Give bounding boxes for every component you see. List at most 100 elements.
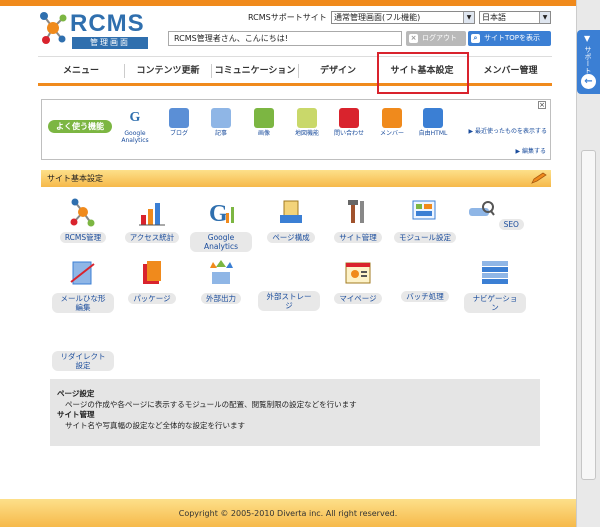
nav-menu[interactable]: メニュー (38, 57, 124, 85)
support-tab-button[interactable]: ▼ サポート ← (577, 30, 600, 94)
section-item-label: RCMS管理 (59, 232, 107, 243)
logo-molecule-icon (40, 12, 67, 44)
section-item-label: マイページ (334, 293, 382, 304)
pencil-icon (531, 172, 547, 184)
batch-icon (410, 258, 440, 288)
show-recent-link[interactable]: ▶ 最近使ったものを表示する (467, 128, 547, 136)
section-item-package[interactable]: パッケージ (121, 258, 183, 304)
language-select-value: 日本語 (482, 13, 506, 22)
section-item-label: Google Analytics (190, 232, 252, 252)
section-item-navigation[interactable]: ナビゲーション (464, 258, 526, 313)
scrollbar-thumb[interactable] (581, 150, 596, 480)
section-item-external-storage[interactable]: 外部ストレージ (258, 258, 320, 311)
show-recent-label: 最近使ったものを表示する (474, 128, 547, 135)
support-site-label: RCMSサポートサイト (248, 13, 327, 22)
section-item-label: パッケージ (128, 293, 176, 304)
rcms-molecule-icon (70, 198, 95, 227)
desc-page-settings-title: ページ設定 (57, 389, 95, 398)
section-item-site-management[interactable]: サイト管理 (327, 197, 389, 243)
section-item-page-structure[interactable]: ページ構成 (260, 197, 322, 243)
fav-item-label: 自由HTML (418, 130, 448, 137)
section-item-redirect[interactable]: リダイレクト設定 (52, 318, 114, 371)
mail-template-icon (70, 261, 95, 285)
mode-select-value: 通常管理画面(フル機能) (334, 13, 421, 22)
section-item-module-settings[interactable]: モジュール設定 (394, 197, 456, 243)
favorites-panel: よく使う機能 × G Google Analytics ブログ 記事 画像 地図… (41, 99, 551, 160)
fav-item-blog[interactable]: ブログ (160, 108, 198, 137)
language-select[interactable]: 日本語 ▼ (479, 11, 551, 24)
package-icon (143, 261, 161, 284)
fav-item-label: メンバー (379, 130, 404, 137)
logout-button[interactable]: × ログアウト (406, 31, 466, 46)
favorites-label: よく使う機能 (48, 120, 112, 133)
edit-favorites-link[interactable]: ▶ 編集する (502, 146, 546, 155)
support-tab-label: サポート (584, 46, 592, 74)
section-item-my-page[interactable]: マイページ (327, 258, 389, 304)
desc-site-management-text: サイト名や写真幅の設定など全体的な設定を行います (65, 421, 245, 430)
section-item-label: アクセス統計 (124, 232, 180, 243)
close-icon: × (409, 34, 418, 43)
external-storage-icon (274, 258, 304, 288)
fav-item-image[interactable]: 画像 (245, 108, 283, 137)
section-header: サイト基本設定 (41, 170, 551, 187)
description-box: ページ設定 ページの作成や各ページに表示するモジュールの配置、閲覧制限の設定など… (50, 379, 540, 446)
nav-communication[interactable]: コミュニケーション (212, 57, 298, 85)
main-nav: メニュー コンテンツ更新 コミュニケーション デザイン サイト基本設定 メンバー… (38, 56, 552, 86)
section-item-access-stats[interactable]: アクセス統計 (121, 197, 183, 243)
redirect-icon (68, 318, 98, 348)
section-item-rcms-admin[interactable]: RCMS管理 (52, 197, 114, 243)
fav-item-free-html[interactable]: 自由HTML (414, 108, 452, 137)
site-top-button[interactable]: ⌕ サイトTOPを表示 (468, 31, 551, 46)
google-analytics-icon: G (125, 108, 145, 128)
fav-item-map[interactable]: 地図機能 (288, 108, 326, 137)
map-icon (297, 108, 317, 128)
desc-page-settings-text: ページの作成や各ページに表示するモジュールの配置、閲覧制限の設定などを行います (65, 400, 357, 409)
my-page-icon (345, 262, 371, 284)
mailbox-icon (339, 108, 359, 128)
rcms-logo: RCMS 管理画面 (38, 10, 148, 50)
section-item-batch[interactable]: バッチ処理 (394, 258, 456, 302)
arrow-left-icon: ← (581, 74, 596, 89)
site-top-label: サイトTOPを表示 (484, 34, 541, 42)
blog-icon (169, 108, 189, 128)
section-item-label: ナビゲーション (464, 293, 526, 313)
fav-item-label: Google Analytics (121, 130, 149, 144)
nav-design[interactable]: デザイン (299, 57, 377, 85)
chevron-down-icon: ▼ (539, 12, 550, 23)
navigation-list-icon (482, 261, 508, 284)
nav-content-update[interactable]: コンテンツ更新 (125, 57, 211, 85)
close-icon[interactable]: × (538, 101, 546, 109)
members-icon (382, 108, 402, 128)
export-arrows-icon (210, 260, 233, 284)
fav-item-label: 地図機能 (294, 130, 319, 137)
fav-item-label: ブログ (169, 130, 188, 137)
section-item-mail-template[interactable]: メールひな形編集 (52, 258, 114, 313)
fav-item-label: 記事 (214, 130, 227, 137)
brand-subtitle: 管理画面 (72, 37, 148, 49)
section-title: サイト基本設定 (47, 174, 103, 183)
section-item-label: リダイレクト設定 (52, 351, 114, 371)
section-item-label: バッチ処理 (401, 291, 449, 302)
fav-item-google-analytics[interactable]: G Google Analytics (116, 108, 154, 144)
svg-text:G: G (209, 201, 228, 227)
search-icon: ⌕ (471, 34, 480, 43)
tools-icon (348, 200, 364, 223)
section-item-google-analytics[interactable]: G Google Analytics (190, 197, 252, 252)
chevron-down-icon: ▼ (463, 12, 474, 23)
article-icon (211, 108, 231, 128)
active-tab-highlight (377, 52, 469, 94)
brand-name: RCMS (70, 10, 145, 37)
section-item-seo[interactable]: SEO (464, 197, 526, 230)
section-item-external-output[interactable]: 外部出力 (190, 258, 252, 304)
bar-chart-icon (139, 203, 165, 226)
html-icon (423, 108, 443, 128)
fav-item-inquiry[interactable]: 問い合わせ (330, 108, 368, 137)
nav-member-management[interactable]: メンバー管理 (469, 57, 552, 85)
top-accent-strip (0, 0, 576, 6)
fav-item-member[interactable]: メンバー (373, 108, 411, 137)
mode-select[interactable]: 通常管理画面(フル機能) ▼ (331, 11, 475, 24)
logout-label: ログアウト (422, 34, 457, 42)
side-support-tab: ▼ サポート ← (576, 0, 600, 527)
fav-item-article[interactable]: 記事 (202, 108, 240, 137)
section-item-label: ページ構成 (267, 232, 315, 243)
